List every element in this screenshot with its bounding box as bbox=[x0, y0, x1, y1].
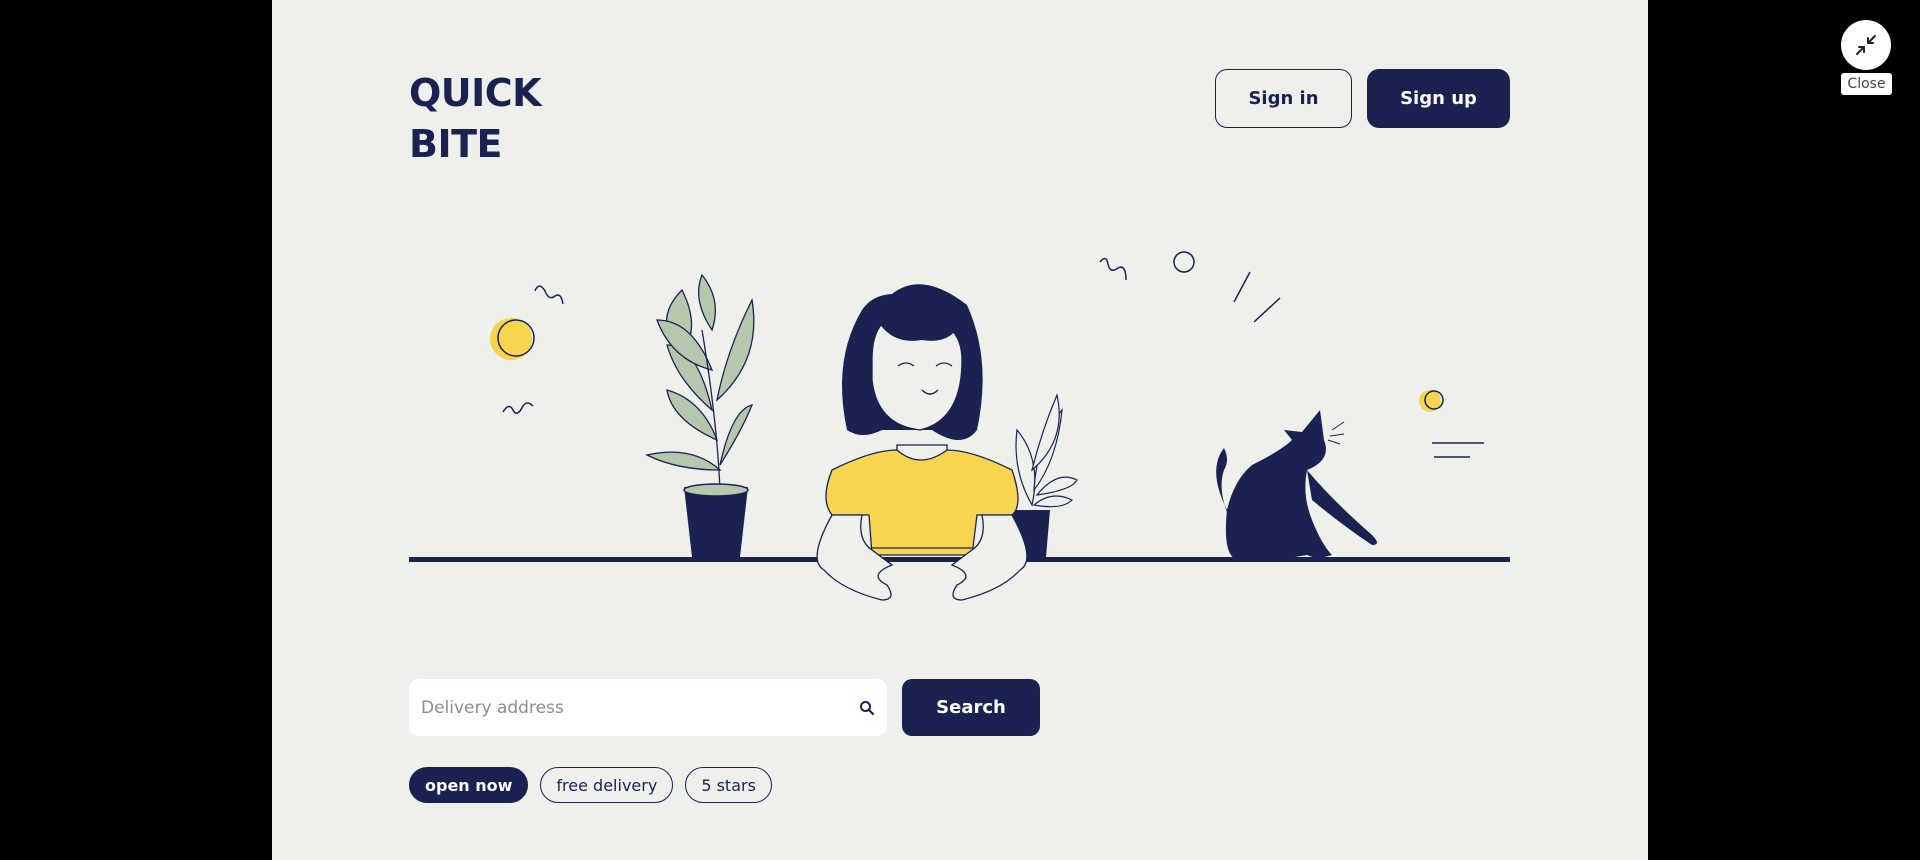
address-search-box[interactable] bbox=[409, 679, 887, 736]
close-button[interactable] bbox=[1841, 20, 1891, 70]
brand-line-2: BITE bbox=[409, 122, 502, 166]
brand-line-1: QUICK bbox=[409, 71, 542, 115]
filter-chip-free-delivery[interactable]: free delivery bbox=[540, 767, 674, 803]
small-plant bbox=[1008, 393, 1078, 557]
ground-line bbox=[409, 557, 1510, 562]
sign-in-button[interactable]: Sign in bbox=[1215, 69, 1352, 128]
filter-chip-open-now[interactable]: open now bbox=[409, 767, 529, 803]
search-icon[interactable] bbox=[857, 698, 877, 718]
search-button[interactable]: Search bbox=[902, 679, 1040, 736]
right-doodles bbox=[1099, 251, 1484, 458]
app-frame: QUICK BITE Sign in Sign up Delivery addr… bbox=[272, 0, 1648, 860]
close-tooltip: Close bbox=[1841, 73, 1892, 95]
cat-figure bbox=[1216, 410, 1377, 560]
filter-chips: open now free delivery 5 stars bbox=[409, 767, 772, 803]
minimize-arrows-icon bbox=[1856, 35, 1876, 55]
sign-up-button[interactable]: Sign up bbox=[1367, 69, 1510, 128]
left-doodles bbox=[490, 285, 564, 414]
brand-logo[interactable]: QUICK BITE bbox=[409, 68, 542, 170]
delivery-address-input[interactable] bbox=[419, 696, 857, 719]
woman-figure bbox=[816, 284, 1028, 601]
big-plant bbox=[645, 273, 755, 557]
filter-chip-5-stars[interactable]: 5 stars bbox=[685, 767, 772, 803]
